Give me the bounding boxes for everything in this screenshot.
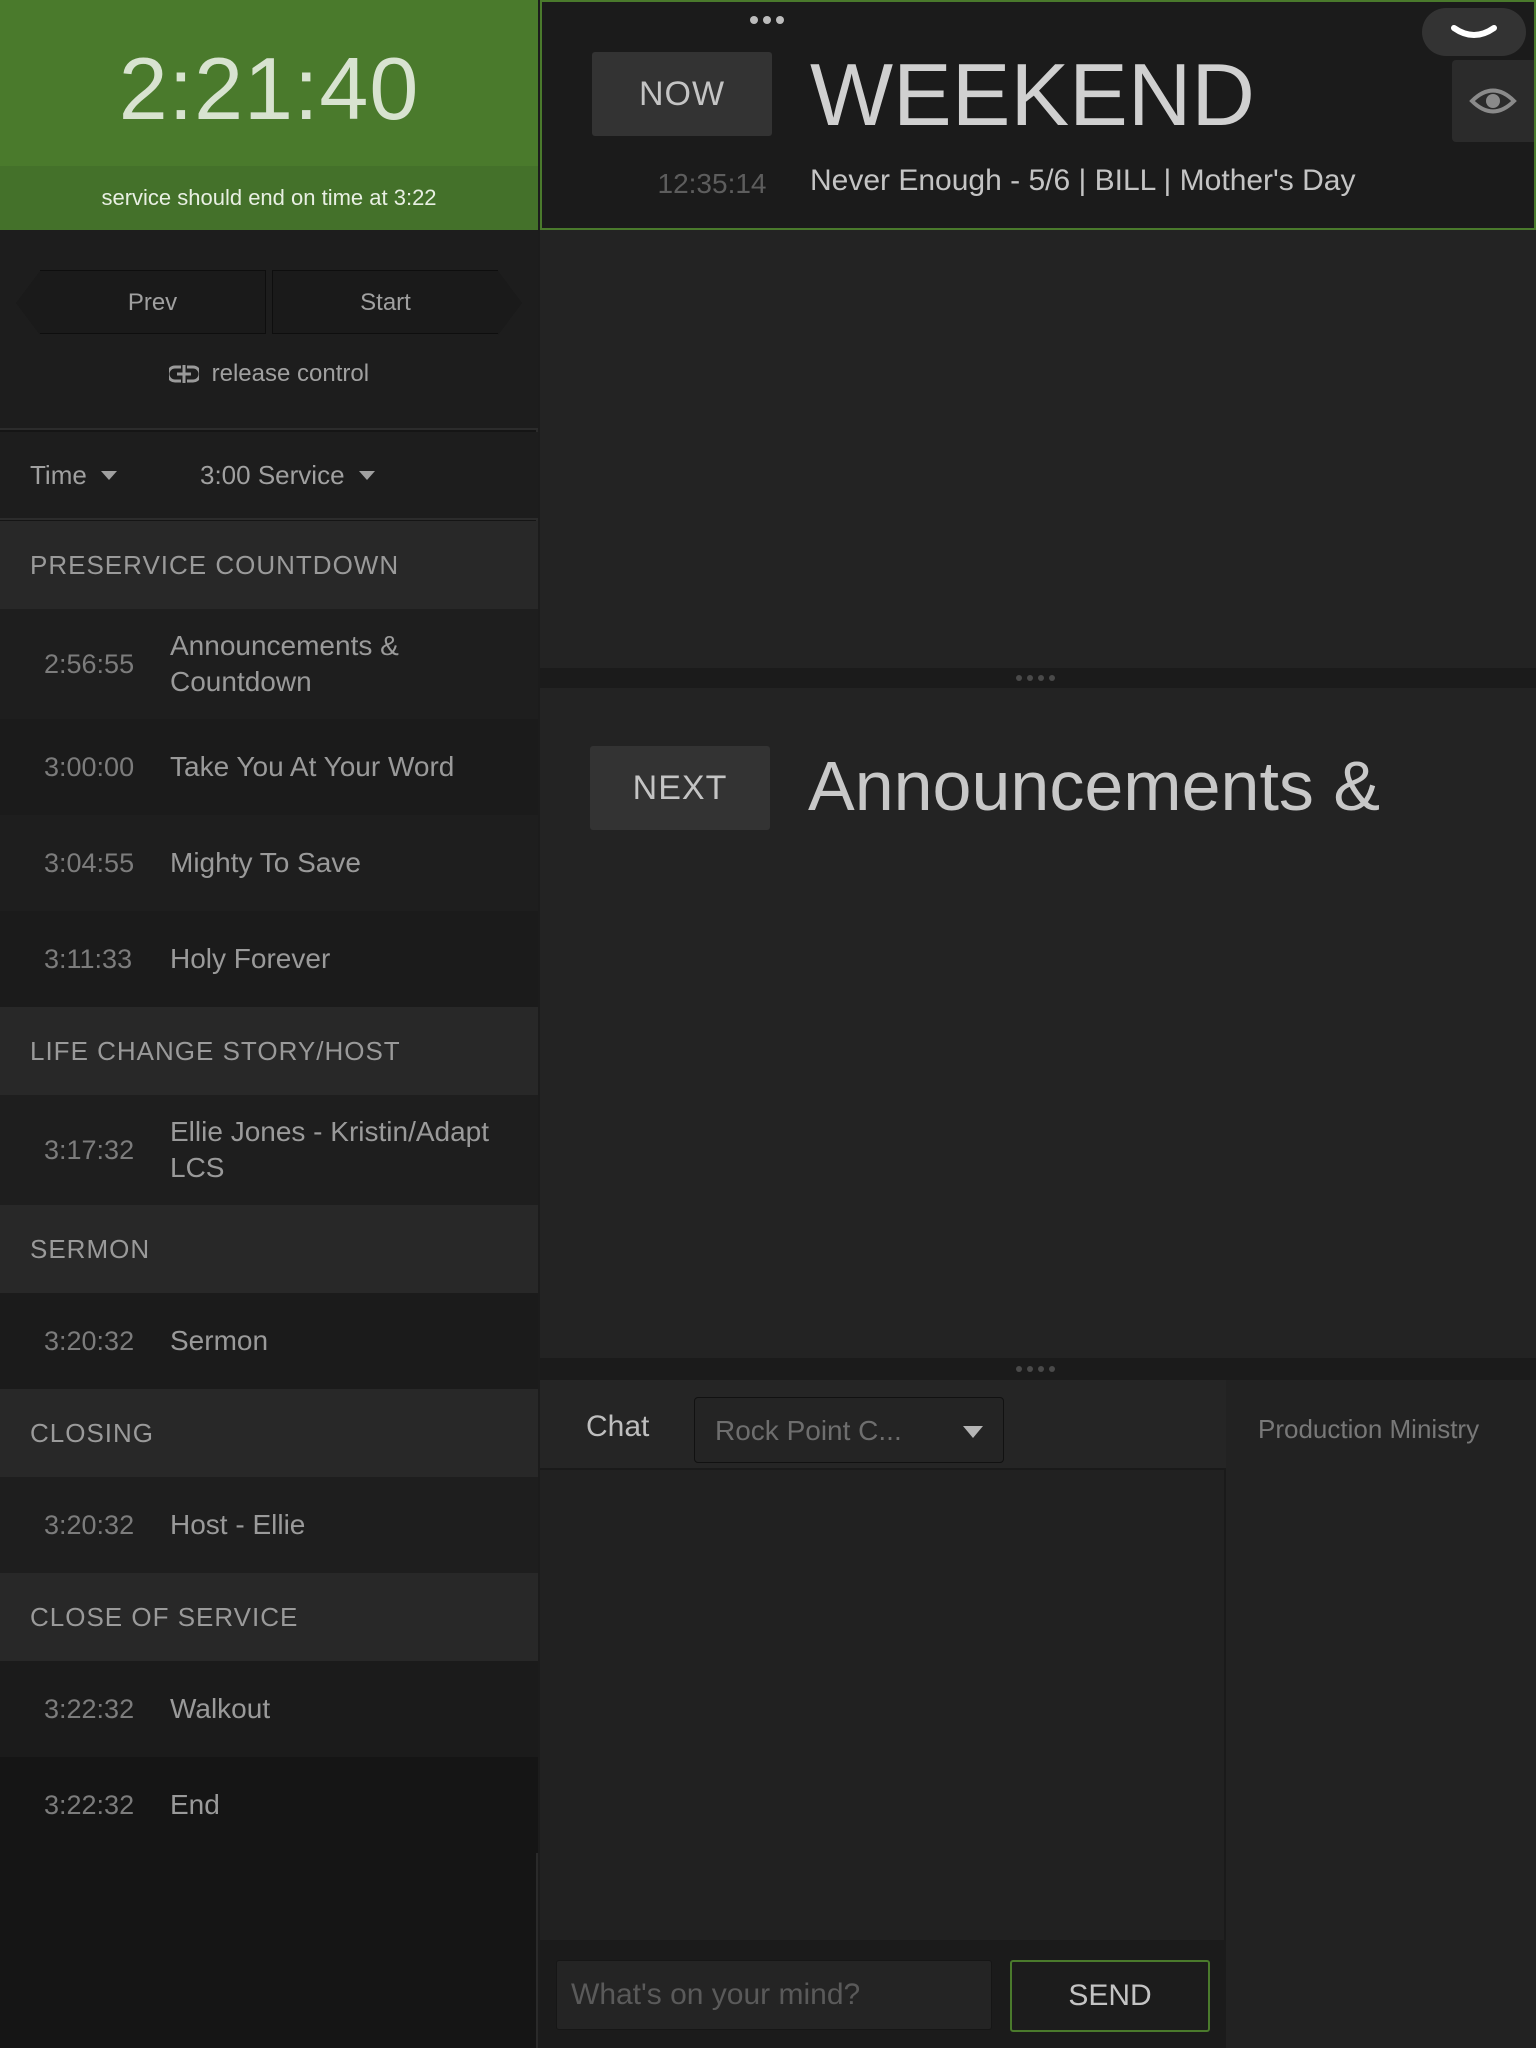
- item-name: Mighty To Save: [170, 847, 361, 878]
- chat-input-bar: SEND: [540, 1940, 1226, 2048]
- item-time: 3:22:32: [44, 1789, 135, 1820]
- item-time: 3:22:32: [44, 1693, 135, 1724]
- caret-down-icon: [963, 1426, 983, 1438]
- item-time: 3:17:32: [44, 1134, 135, 1165]
- grip-dots-icon: [1016, 675, 1055, 681]
- rundown-item[interactable]: 3:00:00 Take You At Your Word: [0, 719, 538, 815]
- release-control-icon: [166, 365, 202, 383]
- main-panel: NOW WEEKEND 12:35:14 Never Enough - 5/6 …: [540, 0, 1536, 2048]
- service-clock: 2:21:40 service should end on time at 3:…: [0, 0, 538, 230]
- rundown-item[interactable]: 3:17:32 Ellie Jones - Kristin/Adapt LCS: [0, 1095, 538, 1205]
- next-tag: NEXT: [590, 746, 770, 830]
- clock-status: service should end on time at 3:22: [0, 166, 538, 230]
- now-content-area: [540, 230, 1536, 668]
- eye-icon: [1469, 88, 1517, 114]
- section-header: CLOSE OF SERVICE: [0, 1573, 538, 1661]
- team-label[interactable]: Production Ministry: [1258, 1414, 1479, 1445]
- time-filter-dropdown[interactable]: Time: [30, 460, 117, 491]
- chat-channel-value: Rock Point C...: [715, 1415, 902, 1446]
- item-time: 2:56:55: [44, 648, 135, 679]
- grip-dots-icon: [1016, 1366, 1055, 1372]
- rundown-item[interactable]: 3:20:32 Host - Ellie: [0, 1477, 538, 1573]
- rundown-item[interactable]: 3:22:32 Walkout: [0, 1661, 538, 1757]
- item-time: 3:20:32: [44, 1325, 135, 1356]
- rundown-item[interactable]: 3:11:33 Holy Forever: [0, 911, 538, 1007]
- item-name: Host - Ellie: [170, 1509, 306, 1540]
- chat-panel: Chat Rock Point C... SEND: [540, 1380, 1226, 2048]
- item-name: Sermon: [170, 1325, 269, 1356]
- item-time: 3:11:33: [44, 943, 133, 974]
- preview-toggle-button[interactable]: [1452, 60, 1534, 142]
- item-time: 3:20:32: [44, 1509, 135, 1540]
- collapse-button[interactable]: [1422, 8, 1526, 56]
- section-header: CLOSING: [0, 1389, 538, 1477]
- rundown-item[interactable]: 2:56:55 Announcements & Countdown: [0, 609, 538, 719]
- chat-channel-select[interactable]: Rock Point C...: [694, 1397, 1004, 1463]
- prev-label: Prev: [127, 289, 178, 316]
- rundown-item[interactable]: 3:22:32 End: [0, 1757, 538, 1853]
- item-name: Holy Forever: [170, 943, 331, 974]
- item-time: 3:04:55: [44, 847, 135, 878]
- chat-label: Chat: [586, 1410, 650, 1443]
- rundown-item[interactable]: 3:20:32 Sermon: [0, 1293, 538, 1389]
- item-name: Ellie Jones - Kristin/Adapt LCS: [170, 1116, 490, 1183]
- resize-handle[interactable]: [540, 668, 1536, 688]
- now-tag: NOW: [592, 52, 772, 136]
- now-title: WEEKEND: [810, 45, 1255, 144]
- item-name: Walkout: [170, 1693, 271, 1724]
- section-header: LIFE CHANGE STORY/HOST: [0, 1007, 538, 1095]
- rundown-sidebar: 2:21:40 service should end on time at 3:…: [0, 0, 538, 2048]
- now-time: 12:35:14: [657, 168, 767, 199]
- release-control-label: release control: [211, 360, 370, 387]
- item-name: Announcements & Countdown: [170, 630, 399, 697]
- caret-down-icon: [100, 471, 117, 480]
- prev-button[interactable]: Prev: [16, 270, 266, 335]
- chat-messages[interactable]: [540, 1472, 1226, 1940]
- service-filter-label: 3:00 Service: [200, 460, 345, 490]
- start-label: Start: [360, 289, 411, 316]
- now-subtitle: Never Enough - 5/6 | BILL | Mother's Day: [810, 164, 1356, 197]
- resize-handle[interactable]: [540, 1358, 1536, 1380]
- send-button[interactable]: SEND: [1010, 1960, 1210, 2032]
- item-name: Take You At Your Word: [170, 751, 455, 782]
- service-filter-dropdown[interactable]: 3:00 Service: [200, 460, 375, 491]
- caret-down-icon: [358, 471, 375, 480]
- next-title: Announcements &: [808, 747, 1381, 825]
- time-filter-label: Time: [30, 460, 87, 490]
- section-header: SERMON: [0, 1205, 538, 1293]
- section-header: PRESERVICE COUNTDOWN: [0, 521, 538, 609]
- rundown-list: PRESERVICE COUNTDOWN 2:56:55 Announcements…: [0, 521, 538, 1853]
- start-arrow-shape: [498, 271, 522, 335]
- now-panel: NOW WEEKEND 12:35:14 Never Enough - 5/6 …: [540, 0, 1536, 230]
- chat-message-input[interactable]: [556, 1960, 992, 2030]
- item-time: 3:00:00: [44, 751, 135, 782]
- release-control-button[interactable]: release control: [0, 360, 538, 388]
- next-panel: NEXT Announcements &: [540, 688, 1536, 1358]
- start-button[interactable]: Start: [272, 270, 522, 335]
- transport-controls: Prev Start release control: [0, 230, 538, 430]
- team-panel: Production Ministry: [1228, 1380, 1536, 2048]
- chevron-down-icon: [1451, 25, 1497, 38]
- clock-time: 2:21:40: [118, 39, 420, 138]
- prev-arrow-shape: [16, 271, 40, 335]
- item-name: End: [170, 1789, 220, 1820]
- rundown-filters: Time 3:00 Service: [0, 432, 538, 520]
- chat-header: Chat Rock Point C...: [540, 1380, 1226, 1470]
- rundown-item[interactable]: 3:04:55 Mighty To Save: [0, 815, 538, 911]
- more-dots-icon[interactable]: [750, 16, 784, 24]
